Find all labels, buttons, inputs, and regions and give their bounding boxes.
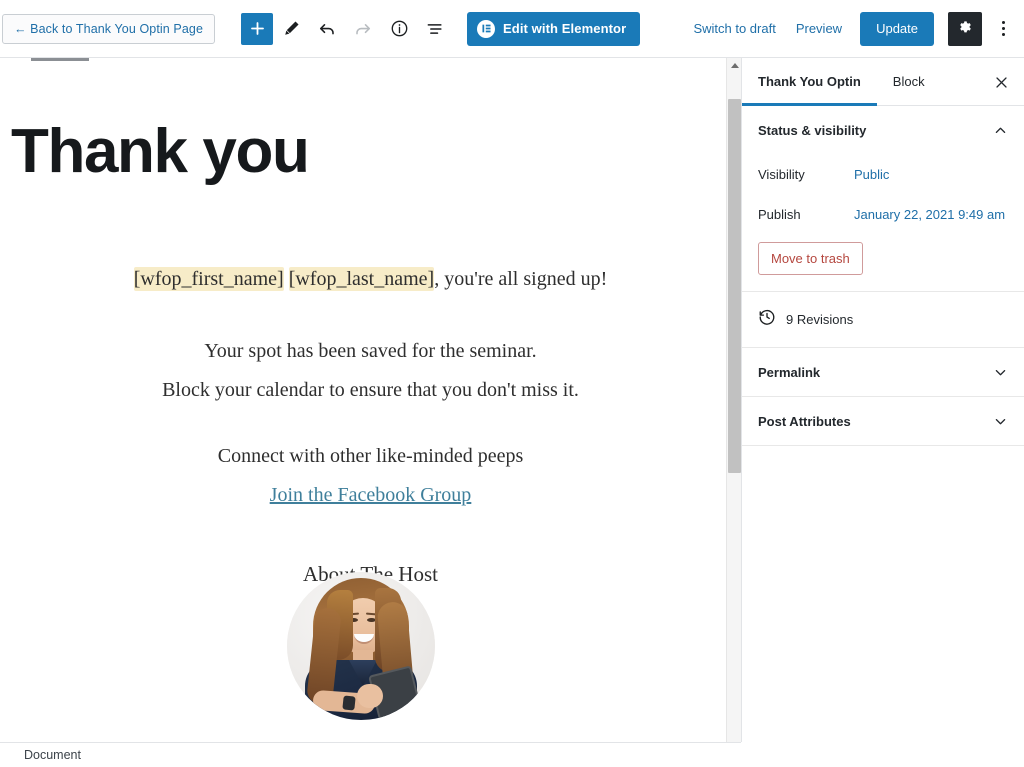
document-breadcrumb[interactable]: Document <box>24 748 81 762</box>
post-attributes-title: Post Attributes <box>758 413 851 429</box>
permalink-title: Permalink <box>758 364 821 380</box>
shortcode-first-name: [wfop_first_name] <box>133 267 284 291</box>
preview-button[interactable]: Preview <box>792 15 846 42</box>
back-to-page-button[interactable]: ← Back to Thank You Optin Page <box>2 13 216 44</box>
chevron-down-icon[interactable] <box>993 414 1008 429</box>
permalink-panel: Permalink <box>742 348 1024 397</box>
publish-date-button[interactable]: January 22, 2021 9:49 am <box>854 207 1005 222</box>
close-sidebar-button[interactable] <box>988 69 1014 95</box>
chevron-up-icon[interactable] <box>993 123 1008 138</box>
redo-button[interactable] <box>345 12 381 46</box>
elementor-button-label: Edit with Elementor <box>503 21 627 36</box>
settings-sidebar: Thank You Optin Block Status & visibilit… <box>741 58 1024 742</box>
move-to-trash-button[interactable]: Move to trash <box>758 242 863 275</box>
list-view-icon <box>427 23 442 34</box>
tab-thank-you-optin[interactable]: Thank You Optin <box>742 58 877 106</box>
switch-to-draft-button[interactable]: Switch to draft <box>689 15 779 42</box>
editor-toolbar: ← Back to Thank You Optin Page Edit with… <box>0 0 1024 58</box>
spot-saved-paragraph[interactable]: Your spot has been saved for the seminar… <box>0 340 741 363</box>
content-info-button[interactable] <box>381 12 417 46</box>
undo-arrow-icon <box>319 23 334 34</box>
history-clock-icon <box>758 308 776 331</box>
publish-label: Publish <box>758 206 801 222</box>
text-space <box>284 268 289 290</box>
chevron-down-icon[interactable] <box>993 365 1008 380</box>
host-portrait-image[interactable] <box>287 572 435 720</box>
visibility-row: Visibility Public <box>742 154 1024 194</box>
redo-arrow-icon <box>356 23 371 34</box>
portrait-watch <box>342 695 356 711</box>
kebab-menu-icon <box>1001 27 1005 30</box>
settings-toggle-button[interactable] <box>948 11 982 46</box>
list-view-button[interactable] <box>417 12 453 46</box>
gear-icon <box>959 21 971 33</box>
kebab-menu-icon <box>1001 33 1005 36</box>
visibility-label: Visibility <box>758 166 805 182</box>
permalink-panel-header[interactable]: Permalink <box>742 348 1024 396</box>
revisions-label: 9 Revisions <box>786 312 854 327</box>
update-button[interactable]: Update <box>860 11 934 46</box>
block-calendar-paragraph[interactable]: Block your calendar to ensure that you d… <box>0 379 741 402</box>
join-facebook-group-link[interactable]: Join the Facebook Group <box>270 484 472 506</box>
status-visibility-panel: Status & visibility Visibility Public Pu… <box>742 106 1024 292</box>
publish-row: Publish January 22, 2021 9:49 am <box>742 194 1024 234</box>
close-icon <box>995 76 1007 88</box>
facebook-link-paragraph[interactable]: Join the Facebook Group <box>0 484 741 507</box>
greeting-tail-text: , you're all signed up! <box>434 268 608 290</box>
undo-button[interactable] <box>309 12 345 46</box>
plus-icon <box>250 22 264 35</box>
elementor-logo-icon <box>477 19 496 38</box>
clipped-block-divider <box>31 58 89 61</box>
canvas-scrollbar[interactable] <box>726 58 741 742</box>
shortcode-last-name: [wfop_last_name] <box>288 267 435 291</box>
scroll-up-arrow-icon[interactable] <box>731 63 739 68</box>
sidebar-tab-bar: Thank You Optin Block <box>742 58 1024 106</box>
scrollbar-thumb[interactable] <box>728 99 741 473</box>
post-attributes-panel-header[interactable]: Post Attributes <box>742 397 1024 445</box>
greeting-paragraph[interactable]: [wfop_first_name] [wfop_last_name], you'… <box>0 267 741 291</box>
add-block-button[interactable] <box>241 12 274 45</box>
edit-mode-button[interactable] <box>273 12 309 46</box>
more-options-button[interactable] <box>988 12 1018 46</box>
post-attributes-panel: Post Attributes <box>742 397 1024 446</box>
revisions-row[interactable]: 9 Revisions <box>742 292 1024 348</box>
pencil-icon <box>284 21 299 35</box>
status-visibility-title: Status & visibility <box>758 122 867 138</box>
portrait-hand <box>357 684 383 708</box>
connect-paragraph[interactable]: Connect with other like-minded peeps <box>0 445 741 468</box>
edit-with-elementor-button[interactable]: Edit with Elementor <box>467 11 641 46</box>
info-circle-icon <box>391 20 407 37</box>
tab-block[interactable]: Block <box>877 58 941 105</box>
page-title[interactable]: Thank you <box>11 120 310 183</box>
kebab-menu-icon <box>1001 21 1005 24</box>
visibility-value-button[interactable]: Public <box>854 167 889 182</box>
status-visibility-panel-header[interactable]: Status & visibility <box>742 106 1024 154</box>
editor-status-bar: Document <box>0 742 741 767</box>
